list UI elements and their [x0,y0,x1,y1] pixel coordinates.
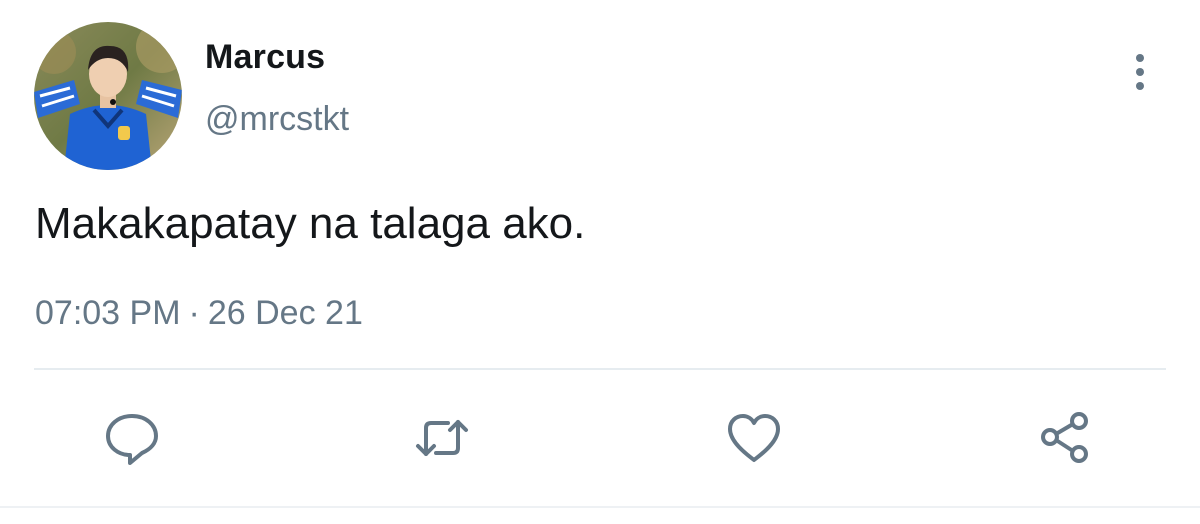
avatar-image [34,22,182,170]
more-vertical-icon [1136,54,1144,90]
author-display-name[interactable]: Marcus [205,38,325,77]
bottom-divider [0,506,1200,508]
heart-icon [728,414,780,462]
author-handle[interactable]: @mrcstkt [205,100,349,139]
tweet-timestamp[interactable]: 07:03 PM · 26 Dec 21 [35,294,363,333]
retweet-icon [416,420,468,456]
more-options-button[interactable] [1120,50,1160,94]
reply-button[interactable] [102,408,162,468]
retweet-button[interactable] [412,408,472,468]
share-icon [1041,412,1088,463]
tweet-time: 07:03 PM [35,294,181,332]
tweet-date: 26 Dec 21 [207,294,363,332]
tweet-text: Makakapatay na talaga ako. [35,199,586,248]
separator-dot: · [188,294,200,332]
avatar[interactable] [34,22,182,170]
like-button[interactable] [724,408,784,468]
divider [34,368,1166,370]
tweet-card: Marcus @mrcstkt Makakapatay na talaga ak… [0,0,1200,524]
share-button[interactable] [1036,408,1096,468]
reply-icon [106,414,158,465]
